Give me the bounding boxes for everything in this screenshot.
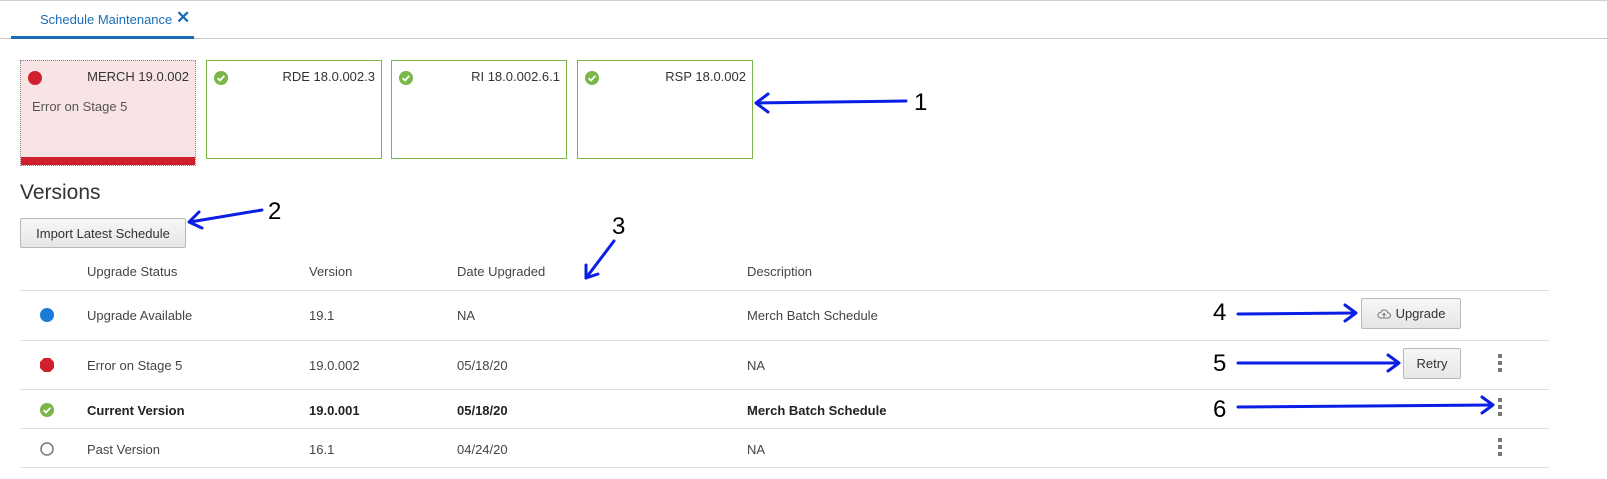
table-row: Current Version 19.0.001 05/18/20 Merch … xyxy=(20,389,1549,428)
column-header-version: Version xyxy=(309,264,353,279)
check-circle-icon xyxy=(40,403,54,417)
callout-arrow xyxy=(754,92,908,114)
card-title: RI 18.0.002.6.1 xyxy=(471,69,560,84)
check-circle-icon xyxy=(214,71,228,85)
app-frame: Schedule Maintenance ✕ MERCH 19.0.002 Er… xyxy=(0,0,1607,479)
app-card-rde[interactable]: RDE 18.0.002.3 xyxy=(206,60,382,159)
cloud-upload-icon xyxy=(1376,309,1391,318)
row-description: Merch Batch Schedule xyxy=(747,308,878,323)
tab-bar: Schedule Maintenance ✕ xyxy=(0,1,1607,39)
error-octagon-icon xyxy=(40,358,54,372)
callout-arrow xyxy=(187,208,264,230)
row-version: 19.0.002 xyxy=(309,358,360,373)
card-title: RSP 18.0.002 xyxy=(665,69,746,84)
upgrade-button[interactable]: Upgrade xyxy=(1361,298,1461,329)
table-row: Past Version 16.1 04/24/20 NA xyxy=(20,428,1549,468)
row-date: 05/18/20 xyxy=(457,403,508,418)
callout-number: 4 xyxy=(1213,299,1227,326)
versions-heading: Versions xyxy=(20,181,101,204)
card-status-text: Error on Stage 5 xyxy=(32,99,128,114)
check-circle-icon xyxy=(399,71,413,85)
row-actions-menu-icon[interactable] xyxy=(1495,396,1505,420)
table-row: Upgrade Available 19.1 NA Merch Batch Sc… xyxy=(20,290,1549,340)
check-circle-icon xyxy=(585,71,599,85)
row-date: NA xyxy=(457,308,476,323)
app-card-rsp[interactable]: RSP 18.0.002 xyxy=(577,60,753,159)
table-row: Error on Stage 5 19.0.002 05/18/20 NA Re… xyxy=(20,340,1549,389)
row-actions-menu-icon[interactable] xyxy=(1495,352,1505,376)
row-description: NA xyxy=(747,442,766,457)
upgrade-label: Upgrade xyxy=(1395,306,1446,321)
tab-label: Schedule Maintenance xyxy=(40,12,173,27)
row-date: 04/24/20 xyxy=(457,442,508,457)
callout-number: 3 xyxy=(612,213,626,240)
callout-number: 5 xyxy=(1213,350,1227,377)
callout-arrow xyxy=(584,239,616,280)
column-header-date: Date Upgraded xyxy=(457,264,546,279)
row-date: 05/18/20 xyxy=(457,358,508,373)
row-description: NA xyxy=(747,358,766,373)
empty-circle-icon xyxy=(40,442,54,456)
column-header-description: Description xyxy=(747,264,813,279)
card-title: RDE 18.0.002.3 xyxy=(282,69,375,84)
row-version: 19.1 xyxy=(309,308,335,323)
row-description: Merch Batch Schedule xyxy=(747,403,887,418)
app-card-ri[interactable]: RI 18.0.002.6.1 xyxy=(391,60,567,159)
error-status-bar xyxy=(21,157,195,165)
callout-number: 1 xyxy=(914,89,928,116)
row-status: Current Version xyxy=(87,403,185,418)
row-actions-menu-icon[interactable] xyxy=(1495,436,1505,460)
blue-dot-icon xyxy=(40,308,54,322)
close-icon[interactable]: ✕ xyxy=(176,9,190,27)
row-status: Upgrade Available xyxy=(87,308,193,323)
callout-number: 2 xyxy=(268,198,282,225)
error-dot-icon xyxy=(28,71,42,85)
retry-button[interactable]: Retry xyxy=(1403,348,1461,379)
column-header-status: Upgrade Status xyxy=(87,264,178,279)
row-status: Past Version xyxy=(87,442,160,457)
row-version: 16.1 xyxy=(309,442,335,457)
callout-number: 6 xyxy=(1213,396,1227,423)
tab-schedule-maintenance[interactable]: Schedule Maintenance ✕ xyxy=(11,1,194,39)
card-title: MERCH 19.0.002 xyxy=(87,69,189,84)
row-version: 19.0.001 xyxy=(309,403,360,418)
row-status: Error on Stage 5 xyxy=(87,358,183,373)
app-card-merch[interactable]: MERCH 19.0.002 Error on Stage 5 xyxy=(20,60,196,166)
import-latest-schedule-button[interactable]: Import Latest Schedule xyxy=(20,218,186,248)
